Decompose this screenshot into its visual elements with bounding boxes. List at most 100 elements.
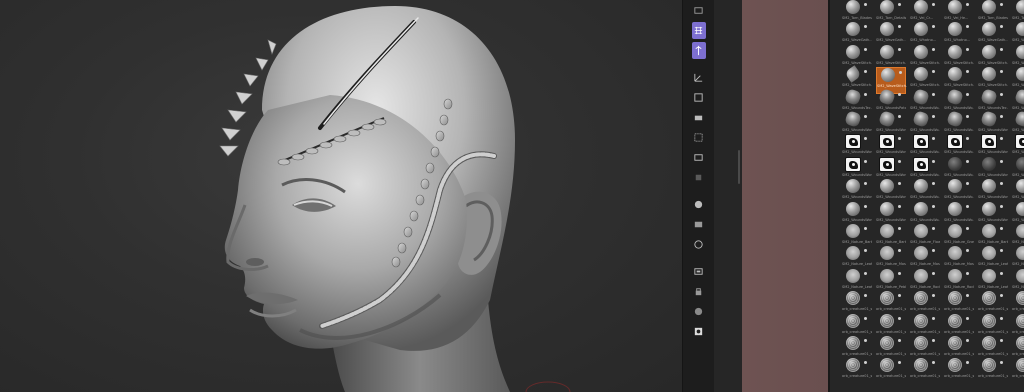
brush-sphere-icon	[880, 313, 894, 328]
ghost-button[interactable]	[692, 216, 706, 233]
brush-indicator-dot	[898, 137, 901, 141]
brush-label: SM2_Nature_Grass...	[944, 240, 974, 244]
brush-sphere-icon	[880, 291, 894, 306]
solo-button[interactable]	[692, 236, 706, 253]
brush-sphere-icon	[980, 87, 998, 106]
brush-sphere-icon	[1016, 313, 1024, 328]
brush-sphere-icon	[846, 358, 860, 373]
floor-grid-button[interactable]	[691, 22, 706, 39]
brush-item[interactable]: orb_creature01_sk...	[978, 358, 1008, 385]
brush-indicator-dot	[1000, 115, 1003, 118]
brush-sphere-icon	[1016, 291, 1024, 306]
brush-indicator-dot	[1000, 249, 1003, 253]
brush-indicator-dot	[966, 227, 969, 230]
brush-item[interactable]: orb_creature01_sk...	[842, 358, 872, 385]
brush-item[interactable]: orb_creature01_sk...	[1012, 358, 1024, 385]
brush-sphere-icon	[880, 0, 894, 14]
brush-sphere-icon	[878, 110, 896, 128]
tray-resize-handle[interactable]	[738, 150, 740, 184]
brush-label: SM2_WoundsPatch...	[1012, 105, 1024, 110]
brush-indicator-dot	[898, 159, 901, 163]
brush-label: orb_creature01_sk...	[978, 329, 1008, 334]
brush-label: SM2_WaveStitch...	[842, 83, 872, 88]
dot-button[interactable]	[692, 303, 706, 320]
brush-sphere-icon	[946, 87, 964, 106]
alpha-mask-icon	[879, 156, 895, 172]
brush-label: SM2_Vei_He...	[944, 16, 969, 20]
brush-label: SM2_WoundsWo...	[910, 150, 940, 155]
transparency-button[interactable]	[692, 196, 706, 213]
brush-sphere-icon	[982, 44, 996, 59]
xyz-axis-button[interactable]	[692, 69, 706, 86]
brush-sphere-icon	[1016, 358, 1024, 373]
brush-label: orb_creature01_sk...	[1012, 374, 1024, 379]
persp-icon	[694, 7, 703, 14]
brush-sphere-icon	[844, 65, 862, 83]
brush-sphere-icon	[982, 67, 996, 82]
brush-sphere-icon	[878, 87, 896, 106]
brush-sphere-icon	[914, 201, 928, 216]
sculpt-viewport[interactable]	[0, 0, 682, 392]
brush-label: SM2_WoundsWor...	[876, 217, 906, 222]
brush-label: SM2_Nature_Bark01	[978, 240, 1008, 244]
lock-button[interactable]	[692, 283, 706, 300]
local-symmetry-button[interactable]	[691, 42, 706, 59]
alpha-mask-icon	[981, 134, 997, 150]
polyframe-icon	[695, 174, 702, 181]
brush-indicator-dot	[1000, 339, 1003, 342]
brush-label: orb_creature01_sk...	[876, 307, 906, 312]
xpose-button[interactable]	[692, 263, 706, 280]
desktop-background	[742, 0, 828, 392]
brush-indicator-dot	[966, 3, 969, 6]
brush-sphere-icon	[1016, 224, 1024, 238]
frame-button[interactable]	[692, 89, 706, 106]
brush-sphere-icon	[846, 201, 860, 216]
brush-indicator-dot	[932, 249, 935, 253]
brush-indicator-dot	[864, 339, 867, 342]
brush-indicator-dot	[864, 47, 867, 51]
zoom-button[interactable]	[692, 129, 706, 146]
brush-indicator-dot	[1000, 316, 1003, 320]
brush-label: SM2_WoundsWor...	[1012, 195, 1024, 200]
record-button[interactable]	[692, 323, 706, 340]
move-button[interactable]	[692, 109, 706, 126]
brush-label: SM2_WoundsWo...	[944, 217, 974, 222]
brush-label: SM2_Whatno...	[944, 38, 971, 43]
brush-sphere-icon	[948, 313, 962, 328]
brush-indicator-dot	[864, 361, 867, 365]
brush-item[interactable]: orb_creature01_sk...	[876, 358, 906, 385]
brush-label: SM2_Nature_Leaf01	[842, 262, 872, 267]
brush-indicator-dot	[1000, 294, 1003, 298]
local-symmetry-icon	[695, 45, 702, 56]
brush-indicator-dot	[932, 115, 935, 118]
brush-label: SM2_WaveGath...	[876, 38, 906, 43]
brush-label: orb_creature01_sk...	[944, 329, 974, 334]
brush-sphere-icon	[948, 246, 962, 261]
brush-indicator-dot	[932, 92, 935, 96]
brush-item[interactable]: orb_creature01_sk...	[910, 358, 940, 385]
polyframe-button[interactable]	[692, 169, 706, 186]
brush-indicator-dot	[932, 3, 935, 6]
brush-indicator-dot	[966, 92, 969, 96]
brush-sphere-icon	[946, 110, 964, 128]
brush-sphere-icon	[912, 110, 930, 128]
brush-sphere-icon	[982, 179, 996, 194]
brush-label: SM2_WaveStitch...	[877, 84, 907, 89]
brush-indicator-dot	[898, 3, 901, 6]
sculpted-head-model	[219, 6, 571, 392]
brush-indicator-dot	[966, 339, 969, 342]
brush-label: SM2_WoundsWor...	[876, 128, 906, 132]
persp-button[interactable]	[692, 2, 706, 19]
brush-label: SM2_WoundsWo...	[910, 172, 940, 177]
rotate-button[interactable]	[692, 149, 706, 166]
brush-label: SM2_WaveStitch...	[978, 83, 1008, 88]
brush-sphere-icon	[914, 313, 928, 328]
brush-label: SM2_Torn_Blades01	[978, 16, 1008, 20]
brush-label: SM2_Nature_Rock...	[944, 284, 974, 289]
brush-sphere-icon	[844, 110, 862, 128]
brush-item[interactable]: orb_creature01_sk...	[944, 358, 974, 385]
brush-indicator-dot	[932, 182, 935, 186]
brush-indicator-dot	[898, 294, 901, 298]
brush-indicator-dot	[1000, 182, 1003, 186]
brush-sphere-icon	[948, 201, 962, 216]
